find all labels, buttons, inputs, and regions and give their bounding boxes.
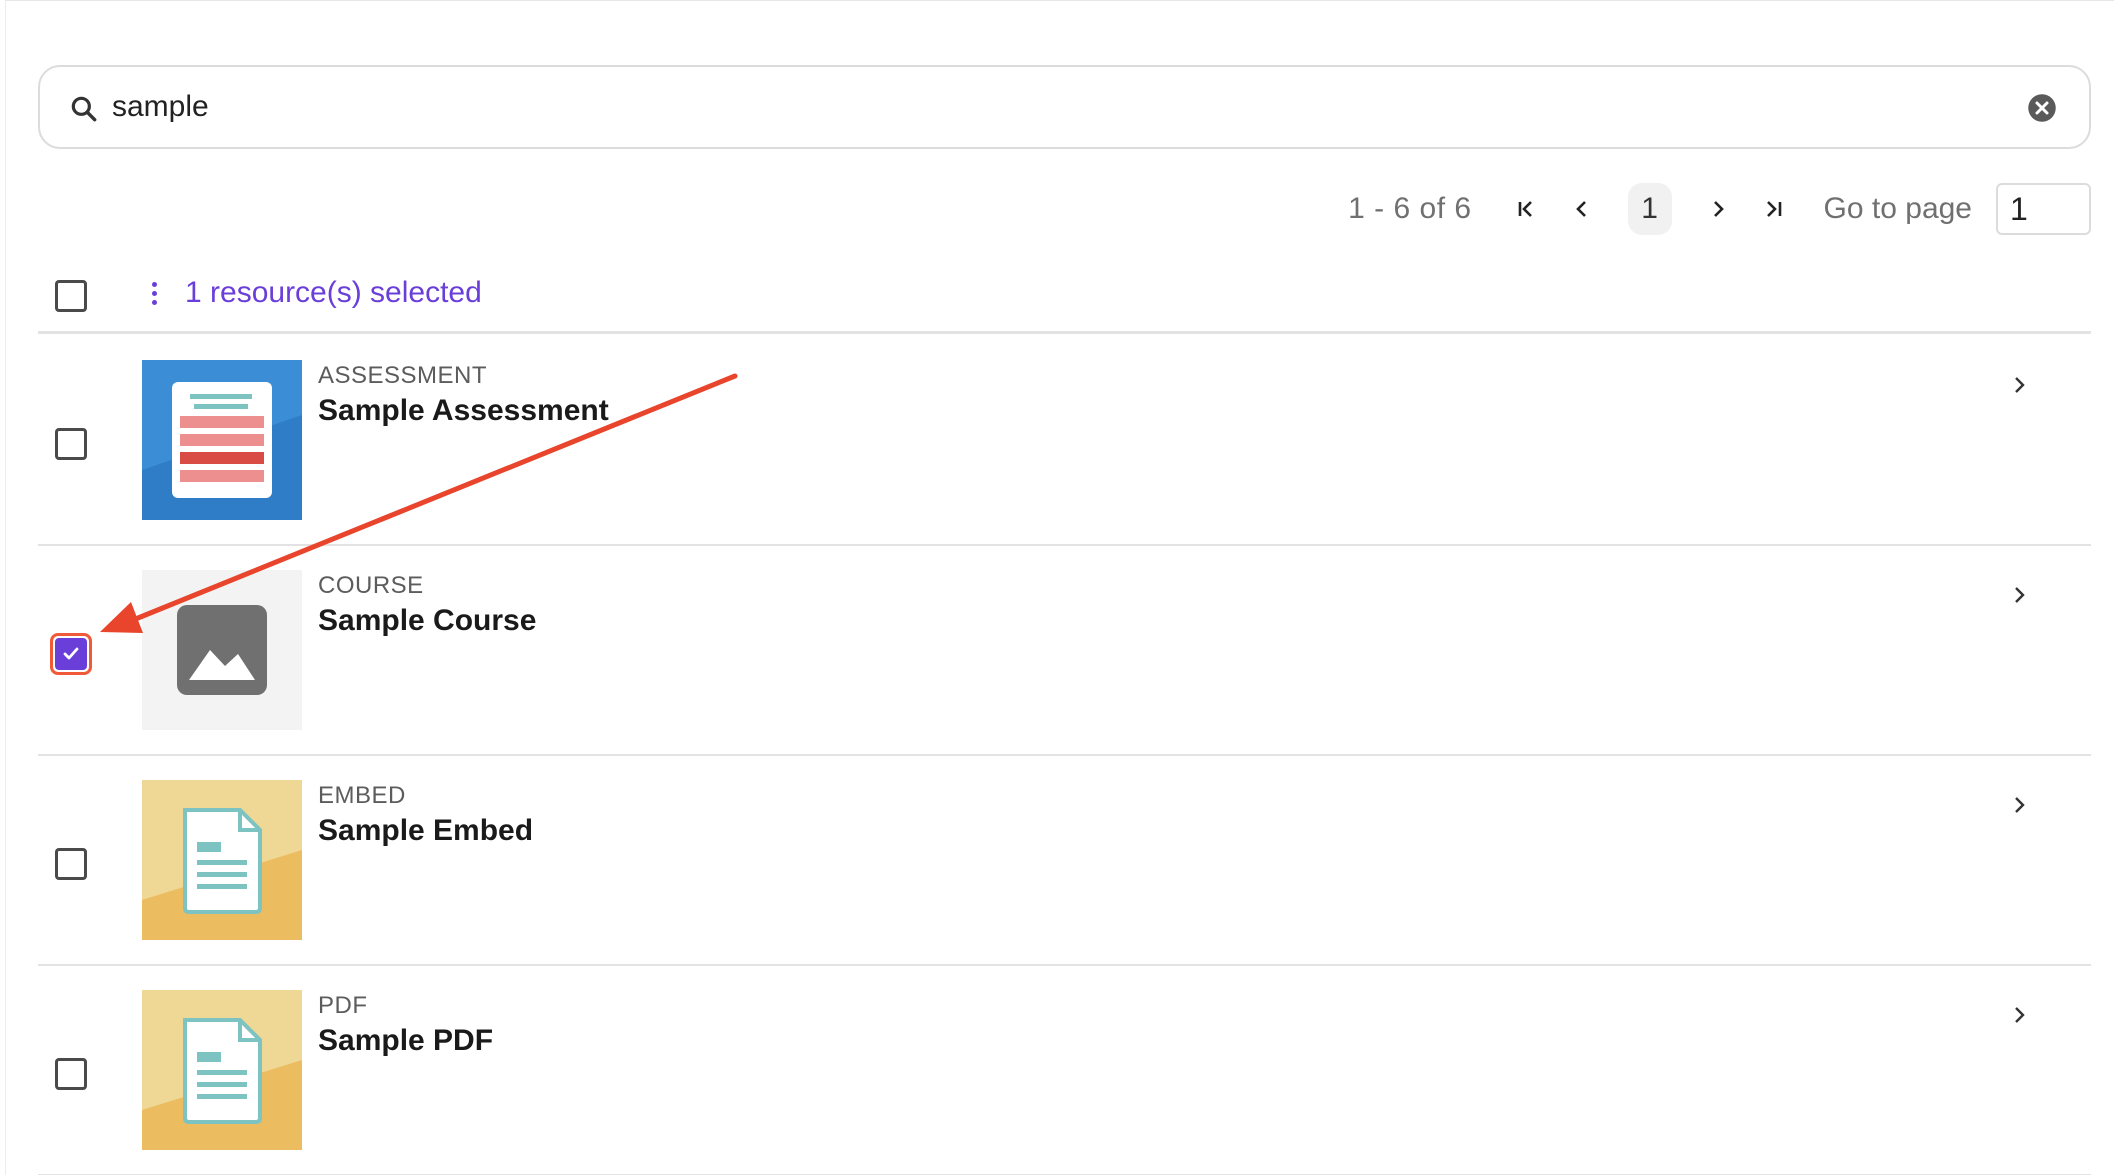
document-thumbnail (142, 990, 302, 1150)
list-item[interactable]: COURSE Sample Course (38, 546, 2091, 756)
select-all-checkbox[interactable] (55, 280, 87, 312)
go-to-page-label: Go to page (1823, 192, 1972, 225)
more-actions-icon[interactable] (148, 282, 160, 310)
chevron-right-icon[interactable] (2009, 582, 2031, 608)
check-icon (63, 647, 79, 660)
pagination-range: 1 - 6 of 6 (1348, 192, 1472, 225)
assessment-thumbnail (142, 360, 302, 520)
resource-title[interactable]: Sample Course (318, 604, 536, 638)
resource-title[interactable]: Sample PDF (318, 1024, 493, 1058)
row-checkbox[interactable] (55, 848, 87, 880)
resource-type: PDF (318, 992, 368, 1019)
first-page-icon (1518, 201, 1532, 217)
image-placeholder-thumbnail (142, 570, 302, 730)
list-item[interactable]: PDF Sample PDF (38, 966, 2091, 1175)
clear-icon[interactable] (2027, 93, 2057, 123)
last-page-icon (1766, 201, 1781, 217)
current-page[interactable]: 1 (1627, 183, 1672, 235)
chevron-left-icon (1575, 201, 1586, 217)
chevron-right-icon (1713, 201, 1724, 217)
chevron-right-icon[interactable] (2009, 372, 2031, 398)
chevron-right-icon[interactable] (2009, 792, 2031, 818)
search-input[interactable] (112, 81, 1972, 133)
resource-title[interactable]: Sample Embed (318, 814, 533, 848)
list-item[interactable]: ASSESSMENT Sample Assessment (38, 336, 2091, 546)
document-thumbnail (142, 780, 302, 940)
list-item[interactable]: EMBED Sample Embed (38, 756, 2091, 966)
resource-type: ASSESSMENT (318, 362, 488, 389)
resource-type: EMBED (318, 782, 406, 809)
row-checkbox-checked[interactable] (50, 633, 92, 675)
next-page-button[interactable] (1694, 185, 1742, 233)
last-page-button[interactable] (1750, 185, 1798, 233)
go-to-page-input[interactable] (1996, 183, 2091, 235)
search-bar[interactable] (38, 65, 2091, 149)
selection-count: 1 resource(s) selected (185, 276, 482, 309)
chevron-right-icon[interactable] (2009, 1002, 2031, 1028)
row-checkbox[interactable] (55, 1058, 87, 1090)
search-icon (71, 96, 97, 122)
first-page-button[interactable] (1502, 185, 1550, 233)
row-checkbox[interactable] (55, 428, 87, 460)
resource-title[interactable]: Sample Assessment (318, 394, 609, 428)
resource-type: COURSE (318, 572, 424, 599)
previous-page-button[interactable] (1558, 185, 1606, 233)
list-header: 1 resource(s) selected (38, 258, 2091, 334)
pagination: 1 - 6 of 6 1 Go to page (1348, 183, 2091, 235)
